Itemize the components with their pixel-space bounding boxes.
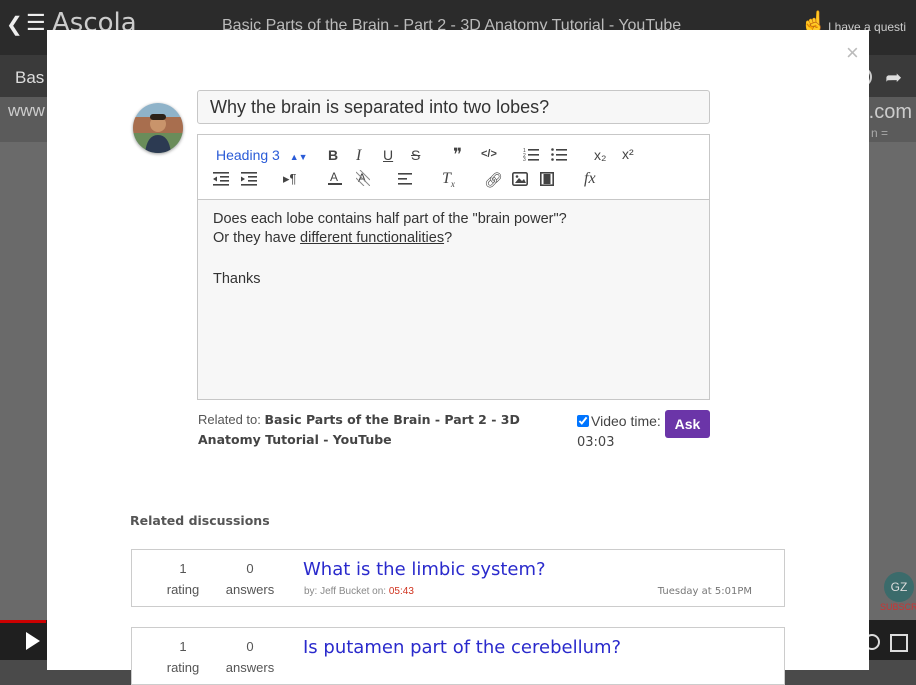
video-icon[interactable] [540, 172, 554, 189]
discussion-date: Tuesday at 5:01PM [657, 586, 752, 597]
answers-label: answers [225, 582, 275, 597]
avatar [133, 103, 183, 153]
related-to: Related to: Basic Parts of the Brain - P… [198, 410, 538, 450]
video-title-short: Bas [15, 68, 45, 87]
rating-label: rating [166, 660, 200, 675]
channel-avatar: GZ [884, 572, 914, 602]
author-label: by: Jeff Bucket on: [304, 586, 389, 597]
svg-text:3: 3 [523, 157, 526, 161]
discussion-row[interactable]: 1 rating 0 answers Is putamen part of th… [131, 627, 785, 685]
discussion-title-link[interactable]: What is the limbic system? [303, 559, 546, 580]
bold-button[interactable]: B [328, 147, 338, 163]
video-time-value: 03:03 [577, 435, 615, 450]
image-icon[interactable] [512, 172, 528, 189]
question-body-editor[interactable]: Does each lobe contains half part of the… [197, 199, 710, 400]
discussion-row[interactable]: 1 rating 0 answers What is the limbic sy… [131, 549, 785, 607]
rating-count: 1 rating [148, 558, 218, 600]
related-discussions-heading: Related discussions [130, 513, 270, 528]
video-time-label: Video time: [591, 413, 661, 429]
progress-bar[interactable] [0, 620, 46, 623]
body-line-2-suffix: ? [444, 230, 453, 246]
body-line-3: Thanks [213, 271, 261, 287]
subscribe-badge[interactable]: GZ SUBSCRIBE [880, 572, 916, 614]
subscript-button[interactable]: x₂ [594, 147, 606, 163]
discussion-author: by: Jeff Bucket on: 05:43 [304, 586, 414, 597]
rating-label: rating [166, 582, 200, 597]
superscript-button[interactable]: x² [622, 146, 634, 162]
video-time-toggle[interactable]: Video time: [577, 413, 661, 429]
discussion-video-time[interactable]: 05:43 [389, 586, 414, 597]
answers-value: 0 [246, 639, 254, 654]
answers-label: answers [225, 660, 275, 675]
subscribe-label: SUBSCRIBE [880, 602, 916, 612]
underline-button[interactable]: U [383, 147, 393, 163]
code-block-button[interactable]: </> [481, 148, 497, 160]
body-underlined-text: different functionalities [300, 230, 445, 246]
formula-button[interactable]: fx [584, 170, 596, 188]
share-icon[interactable]: ➦ [885, 65, 902, 90]
banner-text-left: www [8, 101, 45, 120]
link-icon[interactable]: 🔗︎ [484, 171, 503, 189]
indent-icon[interactable] [241, 172, 257, 189]
ask-button[interactable]: Ask [665, 410, 710, 438]
text-direction-icon[interactable]: ▸¶ [283, 171, 297, 187]
banner-subtext: n = [870, 126, 888, 140]
align-icon[interactable] [398, 172, 412, 189]
body-line-2-prefix: Or they have [213, 230, 301, 246]
play-icon[interactable] [26, 632, 40, 650]
body-line-2: Or they have different functionalities? [213, 229, 694, 248]
heading-select-value: Heading 3 [216, 147, 280, 163]
answers-count: 0 answers [215, 558, 285, 600]
menu-icon[interactable]: ☰ [26, 10, 46, 36]
ordered-list-icon[interactable]: 123 [523, 147, 539, 164]
strike-button[interactable]: S [411, 147, 420, 163]
clear-format-icon[interactable]: Tx [442, 170, 455, 189]
blockquote-button[interactable]: ❞ [453, 145, 462, 165]
discussion-title-link[interactable]: Is putamen part of the cerebellum? [303, 637, 621, 658]
answers-count: 0 answers [215, 636, 285, 678]
body-line-1: Does each lobe contains half part of the… [213, 211, 567, 227]
rating-count: 1 rating [148, 636, 218, 678]
editor-toolbar: Heading 3 ▲▼ B I U S ❞ </> 123 x₂ x² ▸¶ … [197, 134, 710, 200]
background-color-icon[interactable]: A [355, 169, 371, 189]
video-time-checkbox[interactable] [577, 415, 589, 427]
fullscreen-icon[interactable] [890, 634, 908, 652]
outdent-icon[interactable] [213, 172, 229, 189]
bullet-list-icon[interactable] [551, 147, 567, 164]
italic-button[interactable]: I [356, 147, 361, 165]
heading-select[interactable]: Heading 3 ▲▼ [216, 147, 308, 163]
ask-question-modal: × Heading 3 ▲▼ B I U S ❞ </> 123 x₂ x² [47, 30, 869, 685]
rating-value: 1 [179, 639, 187, 654]
answers-value: 0 [246, 561, 254, 576]
rating-value: 1 [179, 561, 187, 576]
user-avatar-image [133, 103, 183, 153]
question-title-input[interactable] [197, 90, 710, 124]
svg-text:A: A [330, 170, 338, 184]
font-color-icon[interactable]: A [328, 170, 342, 189]
select-arrows-icon: ▲▼ [289, 152, 308, 162]
back-icon[interactable]: ❮ [6, 12, 23, 37]
close-icon[interactable]: × [846, 40, 859, 66]
related-to-label: Related to: [198, 412, 265, 427]
